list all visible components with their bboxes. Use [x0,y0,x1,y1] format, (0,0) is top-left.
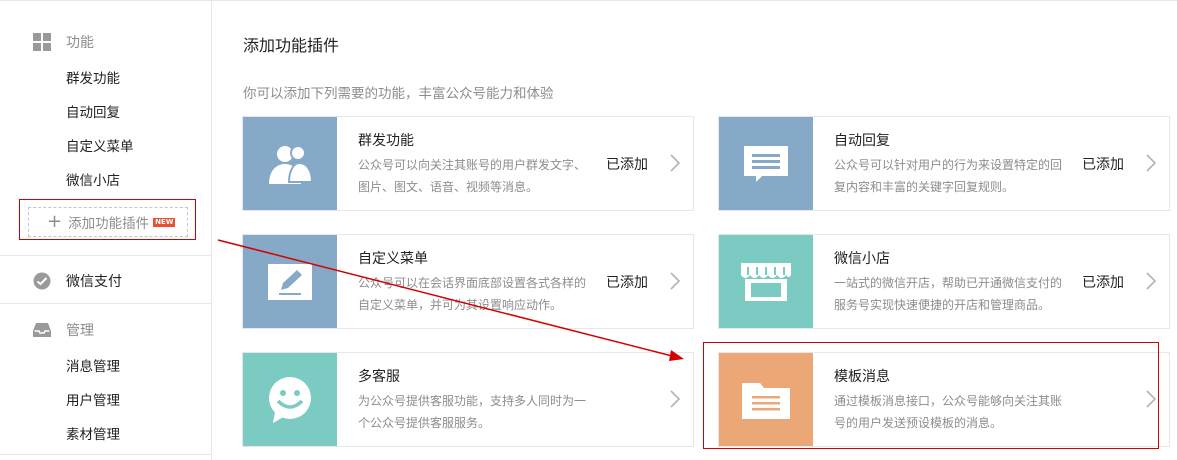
users-icon [265,142,315,186]
nav-group-label: 功能 [66,35,94,51]
nav-group-wechat-pay[interactable]: 微信支付 [33,271,122,291]
sidebar-item-users[interactable]: 用户管理 [66,389,120,409]
chevron-right-icon [1145,271,1157,291]
plugin-name: 自动回复 [834,133,890,149]
sidebar-item-auto-reply[interactable]: 自动回复 [66,101,120,121]
divider [0,454,211,455]
nav-group-label: 管理 [66,323,94,339]
wechat-pay-icon [33,272,51,290]
chevron-right-icon [1145,153,1157,173]
plugin-name: 多客服 [358,369,400,385]
chat-bubble-icon [742,144,790,184]
divider [0,255,211,256]
inbox-tray-icon [33,321,51,339]
plugin-description: 公众号可以在会话界面底部设置各式各样的自定义菜单，并可为其设置响应动作。 [358,276,587,312]
sidebar-item-materials[interactable]: 素材管理 [66,423,120,443]
highlight-box-add-plugin [19,199,196,240]
divider [0,303,211,304]
plugin-name: 微信小店 [834,251,890,267]
plugin-card-auto-reply[interactable]: 自动回复 公众号可以针对用户的行为来设置特定的回复内容和丰富的关键字回复规则。 … [718,116,1170,211]
plugin-name: 群发功能 [358,133,414,149]
page-subtitle: 你可以添加下列需要的功能，丰富公众号能力和体验 [243,86,554,102]
plugin-tile [243,235,337,328]
nav-group-functions[interactable]: 功能 [33,32,94,52]
highlight-box-template-message [703,342,1159,449]
plugin-description: 公众号可以向关注其账号的用户群发文字、图片、图文、语音、视频等消息。 [358,158,587,194]
plugin-name: 自定义菜单 [358,251,428,267]
plugin-status: 已添加 [606,157,648,173]
pencil-icon [267,262,313,302]
sidebar-item-messages[interactable]: 消息管理 [66,355,120,375]
store-icon [739,261,793,303]
plugin-card-multi-customer-service[interactable]: 多客服 为公众号提供客服功能，支持多人同时为一个公众号提供客服服务。 [242,352,694,447]
plugin-tile [719,117,813,210]
plugin-status: 已添加 [606,275,648,291]
plugin-tile [243,353,337,446]
plugin-card-broadcast[interactable]: 群发功能 公众号可以向关注其账号的用户群发文字、图片、图文、语音、视频等消息。 … [242,116,694,211]
chevron-right-icon [669,389,681,409]
sidebar-item-custom-menu[interactable]: 自定义菜单 [66,135,134,155]
plugin-description: 一站式的微信开店，帮助已开通微信支付的服务号实现快速便捷的开店和管理商品。 [834,276,1063,312]
plugin-tile [719,235,813,328]
plugin-status: 已添加 [1082,157,1124,173]
plugin-card-wechat-store[interactable]: 微信小店 一站式的微信开店，帮助已开通微信支付的服务号实现快速便捷的开店和管理商… [718,234,1170,329]
top-border [0,0,1177,1]
sidebar-item-wechat-store[interactable]: 微信小店 [66,169,120,189]
nav-group-label: 微信支付 [66,274,122,290]
smiley-bubble-icon [265,376,315,424]
plugin-status: 已添加 [1082,275,1124,291]
plugin-card-custom-menu[interactable]: 自定义菜单 公众号可以在会话界面底部设置各式各样的自定义菜单，并可为其设置响应动… [242,234,694,329]
grid-icon [33,33,51,51]
page-title: 添加功能插件 [243,36,340,55]
plugin-description: 公众号可以针对用户的行为来设置特定的回复内容和丰富的关键字回复规则。 [834,158,1063,194]
chevron-right-icon [669,271,681,291]
nav-group-manage[interactable]: 管理 [33,320,94,340]
sidebar-item-broadcast[interactable]: 群发功能 [66,67,120,87]
chevron-right-icon [669,153,681,173]
plugin-description: 为公众号提供客服功能，支持多人同时为一个公众号提供客服服务。 [358,394,587,430]
plugin-tile [243,117,337,210]
